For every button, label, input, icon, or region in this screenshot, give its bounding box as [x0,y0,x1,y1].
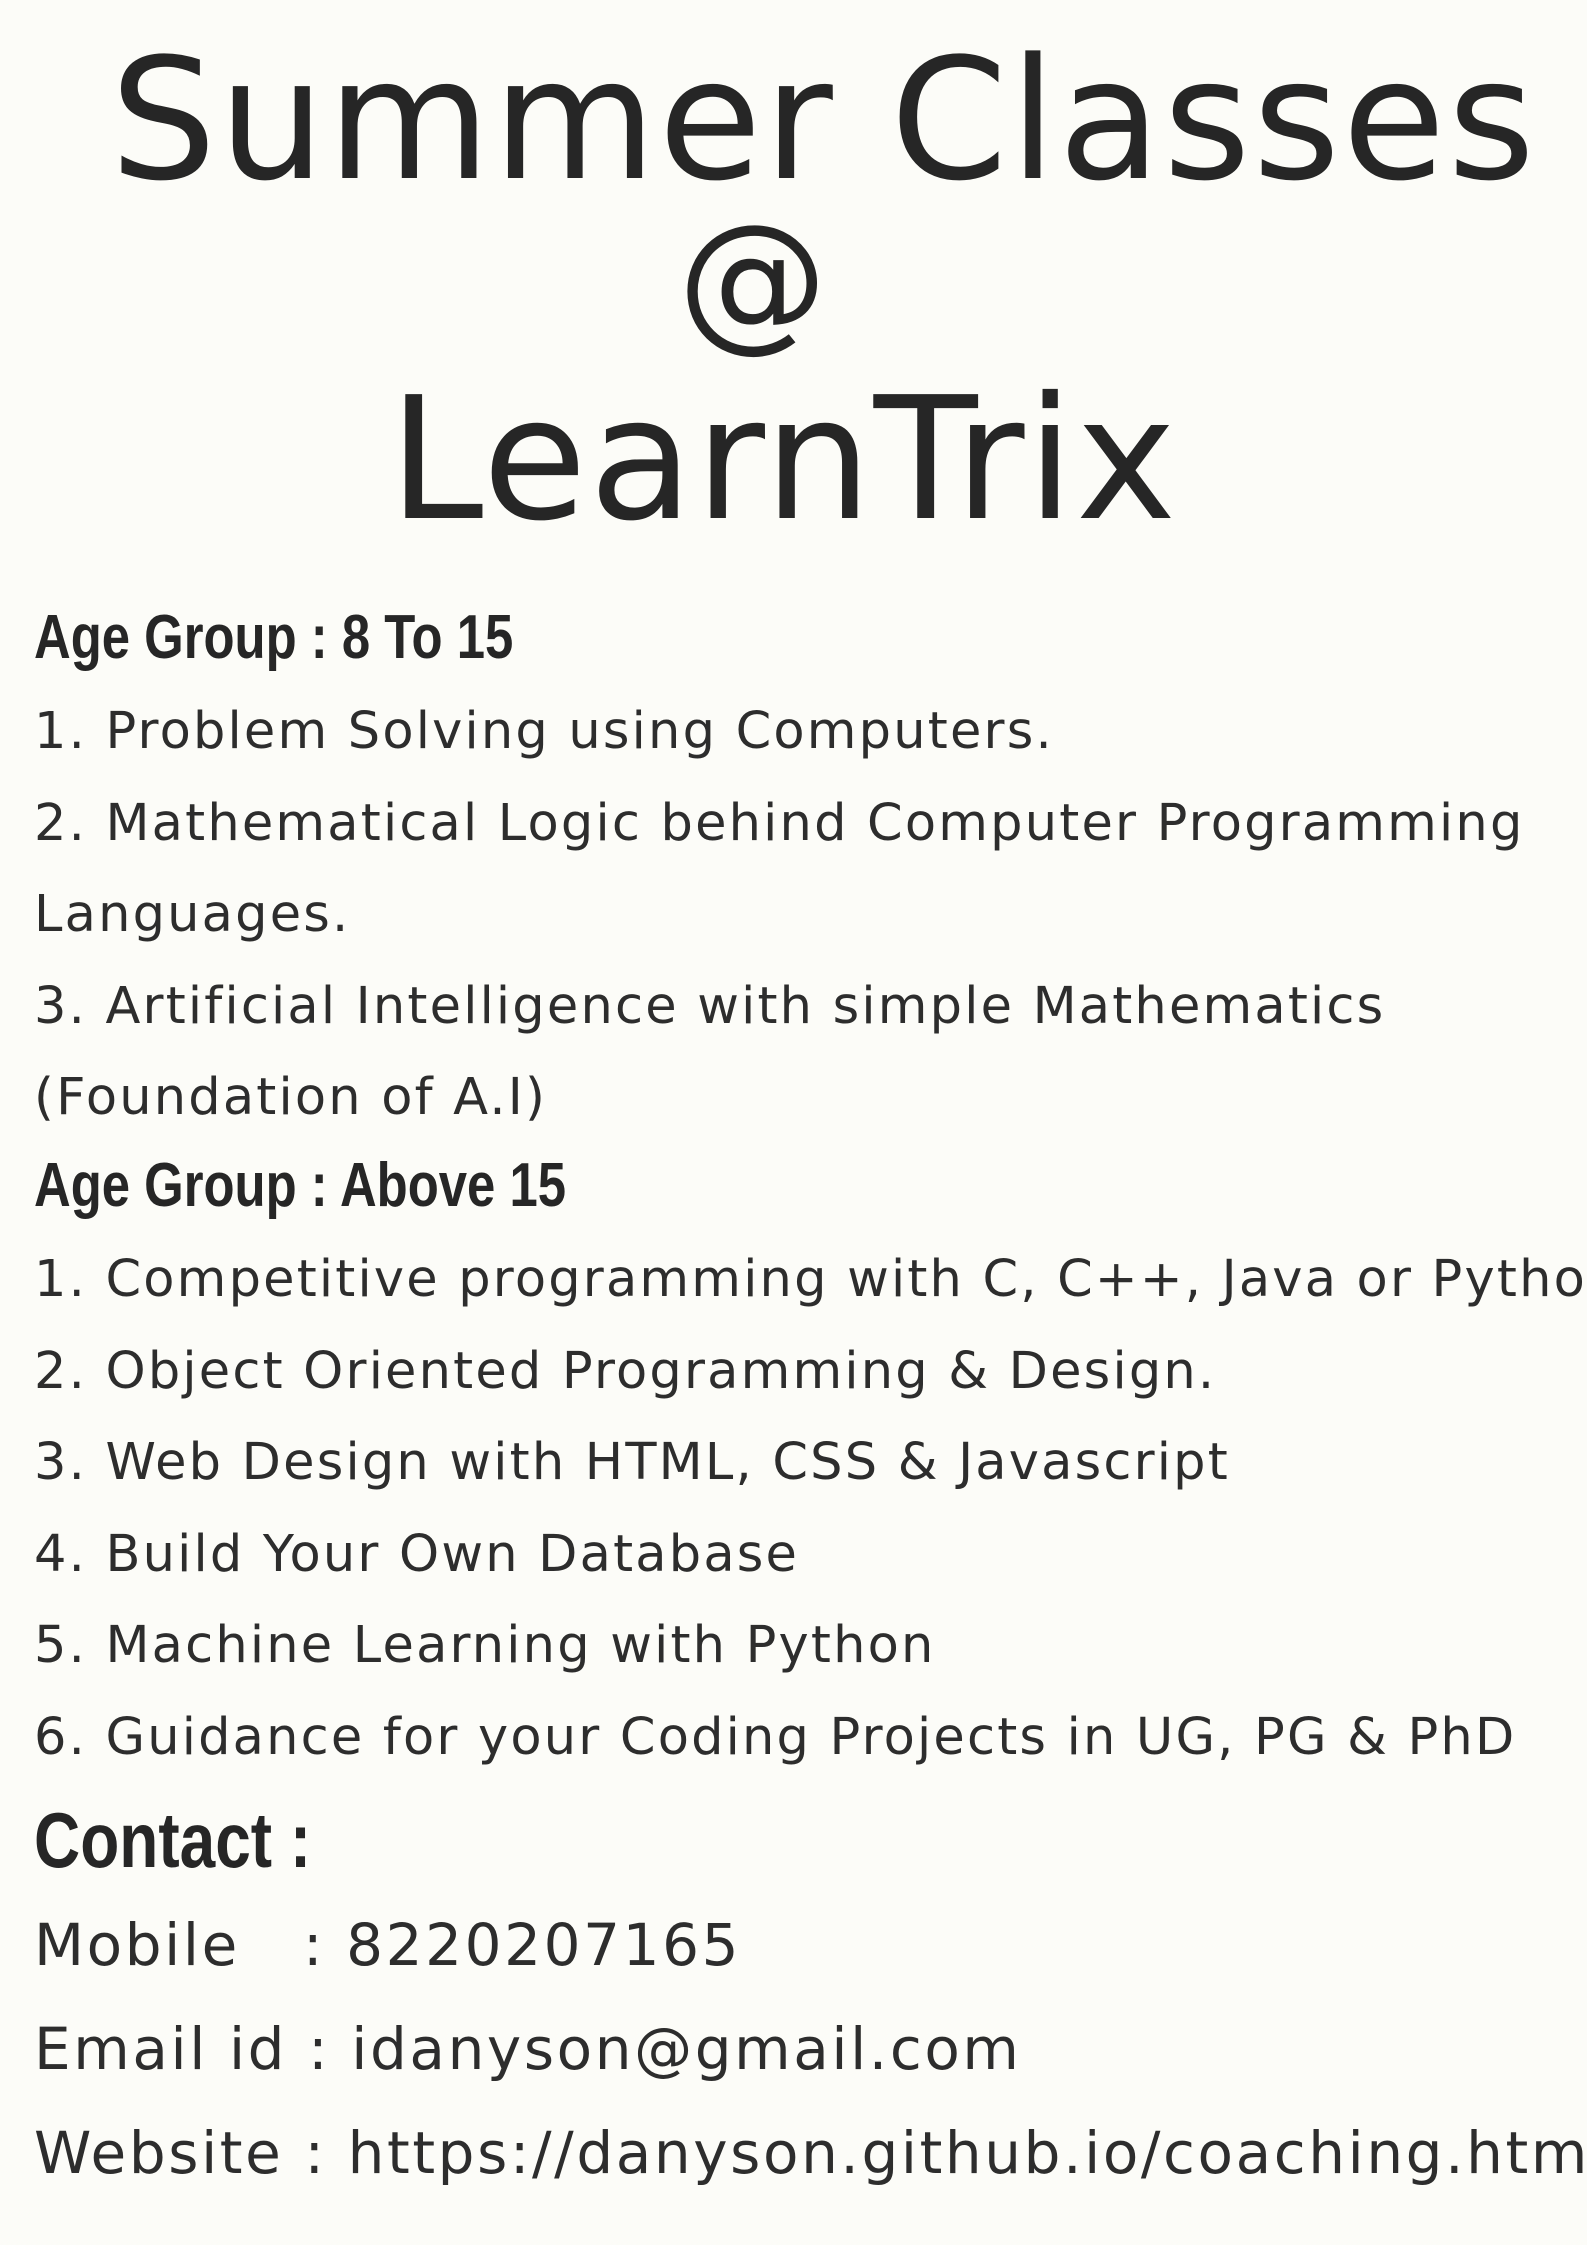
list-item: 5. Machine Learning with Python [34,1616,936,1675]
list-item: 2. Mathematical Logic behind Computer Pr… [34,793,1525,853]
contact-heading: Contact : [34,1796,312,1884]
age-group-8-to-15-course-list: 1. Problem Solving using Computers. 2. M… [34,686,1564,1144]
list-item: 1. Competitive programming with C, C++, … [34,1250,1587,1309]
age-group-8-to-15-heading: Age Group : 8 To 15 [34,603,514,672]
list-item: 2. Object Oriented Programming & Design. [34,1341,1217,1401]
contact-details: Mobile : 8220207165 Email id : idanyson@… [34,1893,1587,2205]
contact-mobile: Mobile : 8220207165 [34,1911,742,1979]
list-item: 1. Problem Solving using Computers. [34,702,1054,761]
flyer-title: Summer Classes @ LearnTrix [0,0,1587,560]
list-item: 3. Web Design with HTML, CSS & Javascrip… [34,1433,1230,1492]
list-item: (Foundation of A.I) [34,1068,548,1127]
title-line-summer-classes: Summer Classes [109,22,1538,218]
age-group-above-15-heading: Age Group : Above 15 [34,1151,567,1220]
title-line-learntrix: LearnTrix [388,361,1179,559]
age-group-above-15-course-list: 1. Competitive programming with C, C++, … [34,1234,1587,1783]
title-line-at-symbol: @ [677,193,830,367]
contact-email: Email id : idanyson@gmail.com [34,2015,1022,2083]
list-item: 4. Build Your Own Database [34,1524,800,1584]
flyer-page: Summer Classes @ LearnTrix Age Group : 8… [0,0,1587,2245]
list-item: 6. Guidance for your Coding Projects in … [34,1707,1517,1767]
list-item: Languages. [34,885,351,944]
contact-website: Website : https://danyson.github.io/coac… [34,2119,1587,2187]
list-item: 3. Artificial Intelligence with simple M… [34,976,1386,1036]
